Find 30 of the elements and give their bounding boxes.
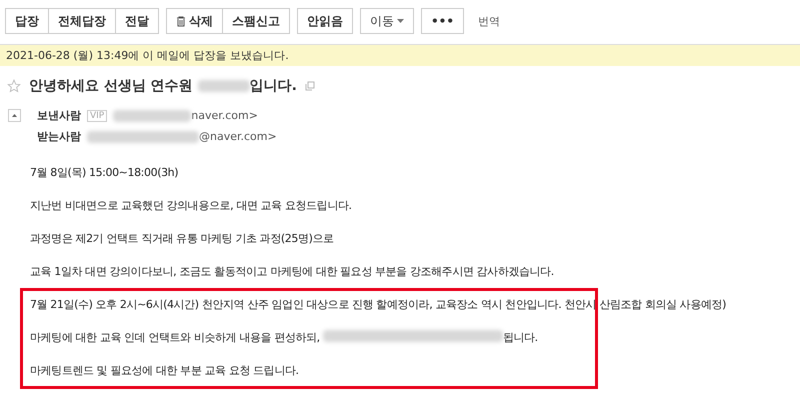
body-text: 7월 8일(목) 15:00~18:00(3h) <box>30 165 180 181</box>
vip-badge: VIP <box>87 110 108 122</box>
toolbar-button[interactable]: 전체답장 <box>48 8 116 34</box>
body-text: 지난번 비대면으로 교육했던 강의내용으로, 대면 교육 요청드립니다. <box>30 198 353 214</box>
caret-icon <box>12 114 17 117</box>
toolbar-button[interactable]: 안읽음 <box>297 8 353 34</box>
body-text: 교육 1일차 대면 강의이다보니, 조금도 활동적이고 마케팅에 대한 필요성 부분을 강조해주시면 감사하겠습니다. <box>30 264 555 280</box>
caret-icon <box>397 19 404 23</box>
toolbar-button[interactable]: 답장 <box>5 8 49 34</box>
reply-notice: 2021-06-28 (월) 13:49에 이 메일에 답장을 보냈습니다. <box>0 44 800 66</box>
toolbar-button[interactable]: 스팸신고 <box>222 8 290 34</box>
redacted-text <box>198 80 250 92</box>
email-subject: 안녕하세요 선생님 연수원 입니다. <box>29 77 297 95</box>
header-label: 보낸사람 <box>37 108 81 123</box>
email-address: naver.com> <box>113 109 258 122</box>
body-text: 과정명은 제2기 언택트 직거래 유통 마케팅 기초 과정(25명)으로 <box>30 231 335 247</box>
trash-icon <box>176 16 186 26</box>
body-text: 7월 21일(수) 오후 2시~6시(4시간) 천안지역 산주 임업인 대상으로 진행 할예정이라, 교육장소 역시 천안입니다. 천안시 산림조합 회의실 사용예정) <box>30 297 728 313</box>
collapse-toggle[interactable] <box>8 109 21 122</box>
translate-link[interactable]: 번역 <box>478 14 500 28</box>
popout-icon[interactable] <box>304 81 315 91</box>
star-icon[interactable] <box>7 79 21 93</box>
body-text: 마케팅에 대한 교육 인데 언택트와 비슷하게 내용을 편성하되, 됩니다. <box>30 330 539 346</box>
toolbar-button[interactable]: ••• <box>421 8 464 34</box>
header-label: 받는사람 <box>37 129 81 144</box>
body-text: 마케팅트렌드 및 필요성에 대한 부분 교육 요청 드립니다. <box>30 363 300 379</box>
delete-button[interactable]: 삭제 <box>166 8 223 34</box>
move-dropdown[interactable]: 이동 <box>360 8 414 34</box>
email-address: @naver.com> <box>87 130 277 143</box>
toolbar-button[interactable]: 전달 <box>115 8 159 34</box>
